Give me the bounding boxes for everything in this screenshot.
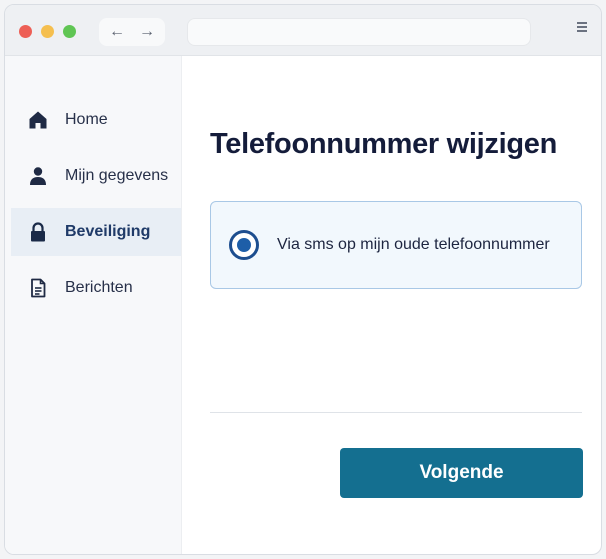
home-icon — [29, 111, 47, 129]
user-icon — [30, 167, 46, 185]
divider — [210, 412, 582, 413]
close-window-button[interactable] — [19, 25, 32, 38]
sidebar-item-label: Mijn gegevens — [65, 167, 169, 184]
browser-titlebar: ← → — [5, 5, 601, 56]
sidebar-item-label: Berichten — [65, 279, 133, 296]
sidebar-item-label: Beveiliging — [65, 223, 151, 240]
sidebar: Home Mijn gegevens Beveiliging Berichten — [5, 56, 182, 554]
minimize-window-button[interactable] — [41, 25, 54, 38]
menu-icon[interactable] — [577, 22, 587, 32]
lock-icon — [31, 222, 45, 242]
sidebar-item-mijn-gegevens[interactable]: Mijn gegevens — [11, 152, 181, 200]
sidebar-item-berichten[interactable]: Berichten — [11, 264, 181, 312]
sidebar-item-home[interactable]: Home — [11, 96, 181, 144]
page-title: Telefoonnummer wijzigen — [210, 128, 558, 160]
option-sms-old-number[interactable]: Via sms op mijn oude telefoonnummer — [210, 201, 582, 289]
address-bar[interactable] — [187, 18, 531, 46]
document-icon — [31, 278, 46, 298]
navigation-buttons: ← → — [99, 18, 165, 46]
main-content: Telefoonnummer wijzigen Via sms op mijn … — [182, 56, 601, 554]
arrow-right-icon[interactable]: → — [135, 20, 159, 44]
maximize-window-button[interactable] — [63, 25, 76, 38]
sidebar-item-beveiliging[interactable]: Beveiliging — [11, 208, 181, 256]
browser-window: ← → Home Mijn gegevens Beveiliging Beric… — [4, 4, 602, 555]
next-button[interactable]: Volgende — [340, 448, 583, 498]
radio-button-selected[interactable] — [229, 230, 259, 260]
arrow-left-icon[interactable]: ← — [105, 20, 129, 44]
sidebar-item-label: Home — [65, 111, 108, 128]
option-label: Via sms op mijn oude telefoonnummer — [277, 236, 550, 253]
